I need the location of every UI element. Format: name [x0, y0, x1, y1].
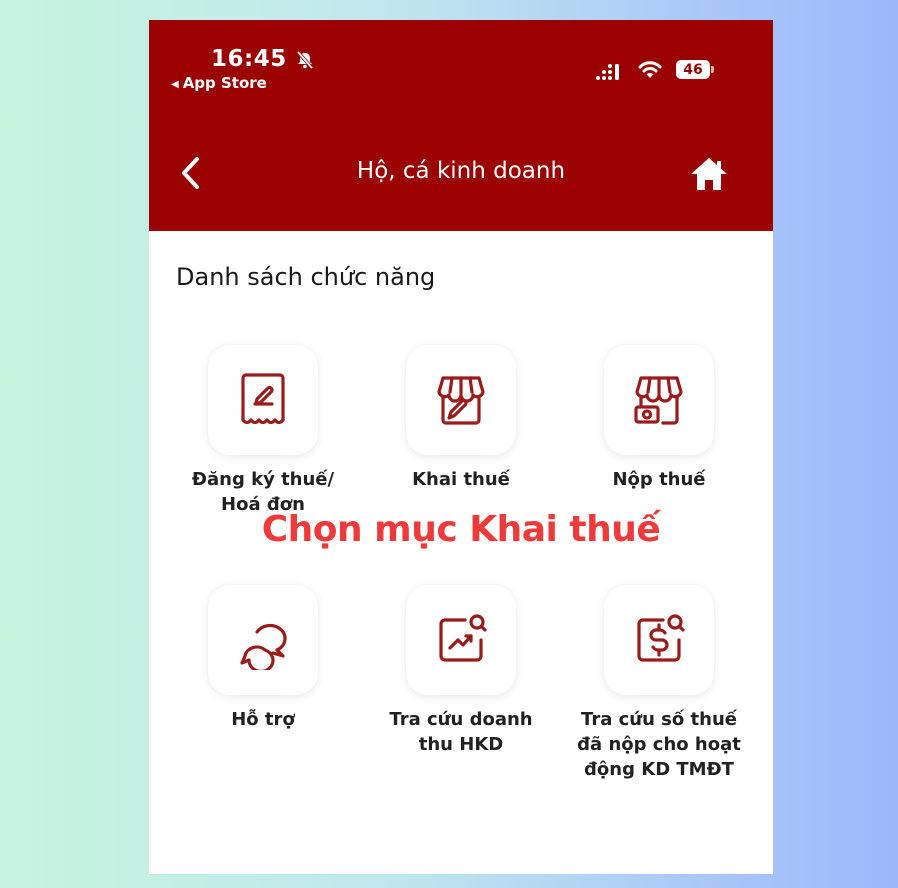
tile-icon-box	[406, 585, 516, 695]
back-to-app-store[interactable]: ◀ App Store	[171, 74, 267, 92]
dollar-search-icon	[637, 614, 685, 662]
tile-label: Hỗ trợ	[231, 709, 295, 730]
phone-screen: 16:45 ◀ App Store 46 Hộ, cá kinh doanh D…	[149, 20, 773, 874]
tile-label: Khai thuế	[412, 469, 510, 490]
store-money-icon	[634, 376, 683, 425]
cellular-signal-icon	[596, 64, 619, 80]
store-edit-icon	[437, 376, 485, 425]
battery-icon: 46	[676, 60, 710, 79]
tile-label: Tra cứu số thuế đã nộp cho hoạt động KD …	[577, 709, 741, 780]
tile-label: Nộp thuế	[612, 469, 706, 490]
tile-icon-box	[406, 345, 516, 455]
chart-search-icon	[439, 614, 487, 662]
status-time: 16:45	[211, 46, 287, 72]
home-icon[interactable]	[689, 156, 729, 192]
battery-nub	[711, 66, 714, 73]
chat-bubbles-icon	[240, 623, 287, 670]
back-app-label: App Store	[182, 74, 267, 92]
tile-icon-box	[208, 345, 318, 455]
tile-label: Tra cứu doanh thu HKD	[389, 709, 533, 755]
tile-icon-box	[604, 585, 714, 695]
section-title: Danh sách chức năng	[176, 263, 436, 291]
page-title: Hộ, cá kinh doanh	[356, 158, 566, 184]
wifi-icon	[638, 61, 662, 78]
app-header: 16:45 ◀ App Store 46 Hộ, cá kinh doanh	[149, 20, 773, 231]
back-triangle-icon: ◀	[171, 79, 179, 90]
tile-icon-box	[604, 345, 714, 455]
bell-muted-icon	[296, 50, 314, 70]
battery-level: 46	[683, 61, 703, 78]
instruction-annotation: Chọn mục Khai thuế	[261, 509, 661, 550]
tile-icon-box	[208, 585, 318, 695]
receipt-edit-icon	[241, 373, 285, 425]
